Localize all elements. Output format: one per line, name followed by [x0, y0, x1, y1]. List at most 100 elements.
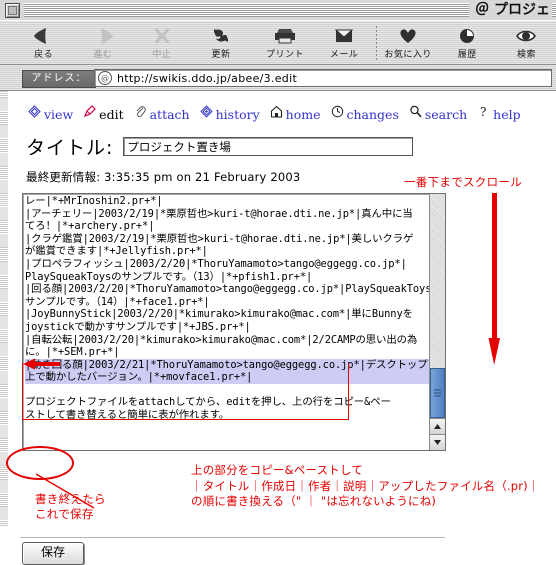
textarea-line: サンプルです。（14）|*+face1.pr+*|: [25, 295, 210, 308]
nav-item-changes-label: changes: [346, 106, 399, 122]
stop-x-icon: [150, 24, 174, 48]
address-input[interactable]: @ http://swikis.ddo.jp/abee/3.edit: [94, 69, 552, 87]
textarea-line: てろ！|*+archery.pr+*|: [25, 220, 155, 233]
horizontal-rule: [20, 537, 445, 538]
toolbar-print-button[interactable]: プリント: [255, 22, 314, 64]
textarea-line: |JoyBunnyStick|2003/2/20|*kimurako>kimur…: [25, 308, 413, 321]
house-icon: [270, 105, 283, 123]
question-icon: ?: [477, 105, 490, 123]
nav-item-help[interactable]: ? help: [477, 105, 520, 123]
eye-icon: [514, 24, 538, 48]
browser-window: ＠ プロジェ 戻る 進む 中止 更新 プリント メール お気に入り 履歴 検索 …: [0, 0, 556, 565]
textarea-content[interactable]: レー|*+MrInoshin2.pr+*| |アーチェリー|2003/2/19|…: [23, 194, 429, 450]
nav-item-history[interactable]: history: [199, 105, 260, 123]
scroll-down-arrow-icon[interactable]: [430, 434, 445, 450]
window-title-bar: ＠ プロジェ: [0, 0, 556, 21]
textarea-line: |アーチェリー|2003/2/19|*栗原哲也>kuri-t@horae.dti…: [25, 207, 413, 220]
toolbar-search-button[interactable]: 検索: [497, 22, 556, 64]
toolbar-favorites-label: お気に入り: [384, 49, 432, 60]
wiki-nav-bar: view edit attach history home changes se…: [28, 105, 521, 123]
forward-arrow-icon: [91, 24, 115, 48]
pencil-icon: [83, 105, 97, 123]
nav-item-attach-label: attach: [149, 106, 190, 122]
toolbar-mail-button[interactable]: メール: [315, 22, 374, 64]
annotation-save-hint-line2: これで保存: [35, 507, 94, 521]
toolbar-favorites-button[interactable]: お気に入り: [379, 22, 438, 64]
textarea-line: PlaySqueakToysのサンプルです。（13）|*+pfish1.pr+*…: [25, 270, 313, 283]
instruction-line-1: プロジェクトファイルをattachしてから、editを押し、上の行をコピー&ペー: [25, 395, 391, 408]
toolbar-stop-label: 中止: [152, 49, 172, 60]
nav-item-search[interactable]: search: [409, 105, 467, 123]
svg-text:?: ?: [480, 105, 486, 118]
toolbar-reload-button[interactable]: 更新: [191, 22, 250, 64]
nav-item-search-label: search: [424, 106, 468, 122]
toolbar-search-label: 検索: [516, 49, 536, 60]
nav-item-view[interactable]: view: [28, 105, 73, 123]
reload-icon: [209, 24, 233, 48]
textarea-vertical-scrollbar[interactable]: [429, 194, 445, 450]
diamond-icon: [28, 105, 41, 123]
textarea-line: に。|*+SEM.pr+*|: [25, 346, 120, 359]
toolbar-back-button[interactable]: 戻る: [14, 22, 73, 64]
toolbar-separator-2: [375, 25, 377, 60]
annotation-save-hint-line1: 書き終えたら: [35, 492, 106, 506]
browser-toolbar: 戻る 進む 中止 更新 プリント メール お気に入り 履歴 検索: [0, 20, 556, 65]
annotation-scroll-hint: 一番下までスクロール: [404, 175, 522, 189]
mail-envelope-icon: [332, 24, 356, 48]
magnifier-icon: [409, 105, 422, 123]
toolbar-forward-label: 進む: [93, 49, 113, 60]
address-url-text: http://swikis.ddo.jp/abee/3.edit: [117, 71, 298, 85]
nav-item-history-label: history: [215, 106, 260, 122]
toolbar-forward-button[interactable]: 進む: [73, 22, 132, 64]
clock-icon: [331, 105, 344, 123]
nav-item-attach[interactable]: attach: [134, 105, 190, 123]
annotation-down-arrow-icon: [488, 193, 500, 365]
annotation-bottom-hint: 上の部分をコピー&ペーストして ｜タイトル｜作成日｜作者｜説明｜アップしたファイ…: [191, 463, 540, 510]
textarea-line: |クラゲ鑑賞|2003/2/19|*栗原哲也>kuri-t@horae.dti.…: [25, 232, 414, 245]
wiki-body-textarea[interactable]: レー|*+MrInoshin2.pr+*| |アーチェリー|2003/2/19|…: [22, 193, 446, 451]
address-bar: アドレス： @ http://swikis.ddo.jp/abee/3.edit: [0, 65, 556, 91]
textarea-line: |回る顔|2003/2/20|*ThoruYamamoto>tango@egge…: [25, 283, 429, 296]
annotation-save-hint: 書き終えたら これで保存: [35, 492, 106, 522]
paperclip-icon: [134, 105, 147, 123]
heart-icon: [396, 24, 420, 48]
scrollbar-thumb[interactable]: [430, 368, 445, 418]
nav-item-edit[interactable]: edit: [83, 105, 124, 123]
toolbar-separator: [252, 25, 254, 60]
title-field-label: タイトル:: [26, 137, 114, 159]
toolbar-mail-label: メール: [329, 49, 359, 60]
title-input[interactable]: [123, 137, 414, 156]
annotation-bottom-line3: の順に書き換える（" ｜ "は忘れないようにね): [191, 494, 437, 508]
close-box-icon[interactable]: [5, 3, 20, 18]
layers-icon: [199, 105, 213, 123]
printer-icon: [272, 24, 298, 48]
textarea-line: |自転公転|2003/2/20|*kimurako>kimurako@mac.c…: [25, 333, 418, 346]
textarea-line: joystickで動かすサンプルです|*+JBS.pr+*|: [25, 320, 251, 333]
nav-item-home[interactable]: home: [270, 105, 321, 123]
save-button[interactable]: 保存: [22, 542, 84, 565]
nav-item-changes[interactable]: changes: [331, 105, 399, 123]
textarea-line: が鑑賞できます|*+Jellyfish.pr+*|: [25, 245, 208, 258]
scroll-up-arrow-icon[interactable]: [430, 418, 445, 434]
toolbar-stop-button[interactable]: 中止: [132, 22, 191, 64]
window-title: ＠ プロジェ: [469, 0, 552, 20]
nav-item-help-label: help: [493, 106, 521, 122]
annotation-bottom-line1: 上の部分をコピー&ペーストして: [191, 463, 364, 477]
toolbar-reload-label: 更新: [211, 49, 231, 60]
annotation-left-arrow-icon: [23, 358, 60, 370]
nav-item-home-label: home: [285, 106, 321, 122]
address-bar-label: アドレス：: [22, 70, 96, 88]
toolbar-back-label: 戻る: [34, 49, 54, 60]
textarea-line: |プロペラフィッシュ|2003/2/20|*ThoruYamamoto>tang…: [25, 257, 407, 270]
annotation-bottom-line2: ｜タイトル｜作成日｜作者｜説明｜アップしたファイル名（.pr)｜: [191, 478, 540, 493]
textarea-line: レー|*+MrInoshin2.pr+*|: [25, 195, 163, 207]
at-sign-icon: @: [98, 71, 112, 85]
toolbar-history-button[interactable]: 履歴: [438, 22, 497, 64]
toolbar-history-label: 履歴: [457, 49, 477, 60]
nav-item-edit-label: edit: [99, 106, 124, 122]
title-row: タイトル:: [26, 133, 414, 160]
nav-item-view-label: view: [44, 106, 74, 122]
back-arrow-icon: [32, 24, 56, 48]
page-content: view edit attach history home changes se…: [0, 91, 556, 565]
textarea-line-selected: 上で動かしたバージョン。|*+movface1.pr+*|: [25, 371, 429, 384]
